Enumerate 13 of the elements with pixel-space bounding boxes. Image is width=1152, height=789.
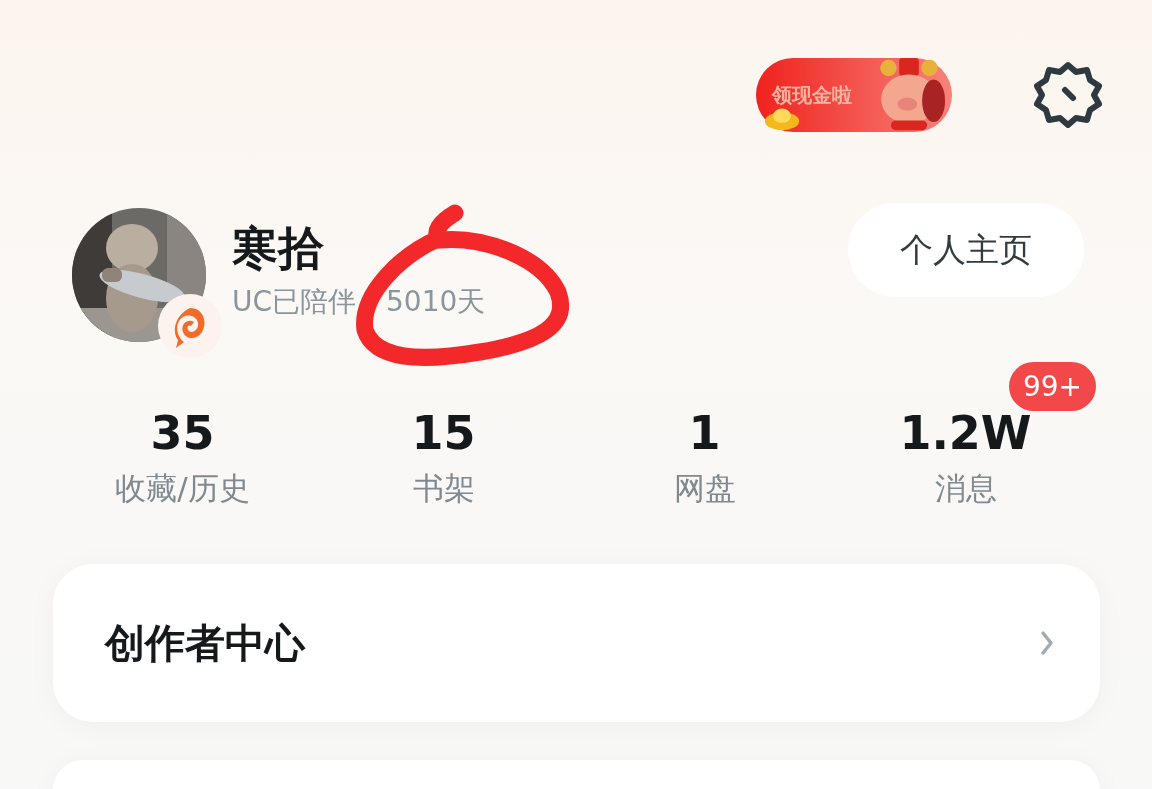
- menu-card[interactable]: 创作者中心: [53, 564, 1100, 722]
- profile-button[interactable]: 个人主页: [848, 203, 1084, 297]
- stat-value[interactable]: 35: [150, 406, 215, 460]
- settings-icon[interactable]: [1032, 59, 1104, 131]
- membership-text: UC已陪伴: [232, 284, 357, 321]
- user-name: 寒拾: [232, 222, 325, 274]
- count-badge: 99+: [1008, 362, 1096, 411]
- stat-value[interactable]: 15: [411, 406, 476, 460]
- app-logo-icon: [158, 294, 222, 358]
- menu-title: 创作者中心: [105, 618, 305, 668]
- chevron-icon: [1040, 630, 1054, 656]
- membership-days: 5010天: [386, 283, 486, 322]
- stat-value[interactable]: 1: [688, 406, 721, 460]
